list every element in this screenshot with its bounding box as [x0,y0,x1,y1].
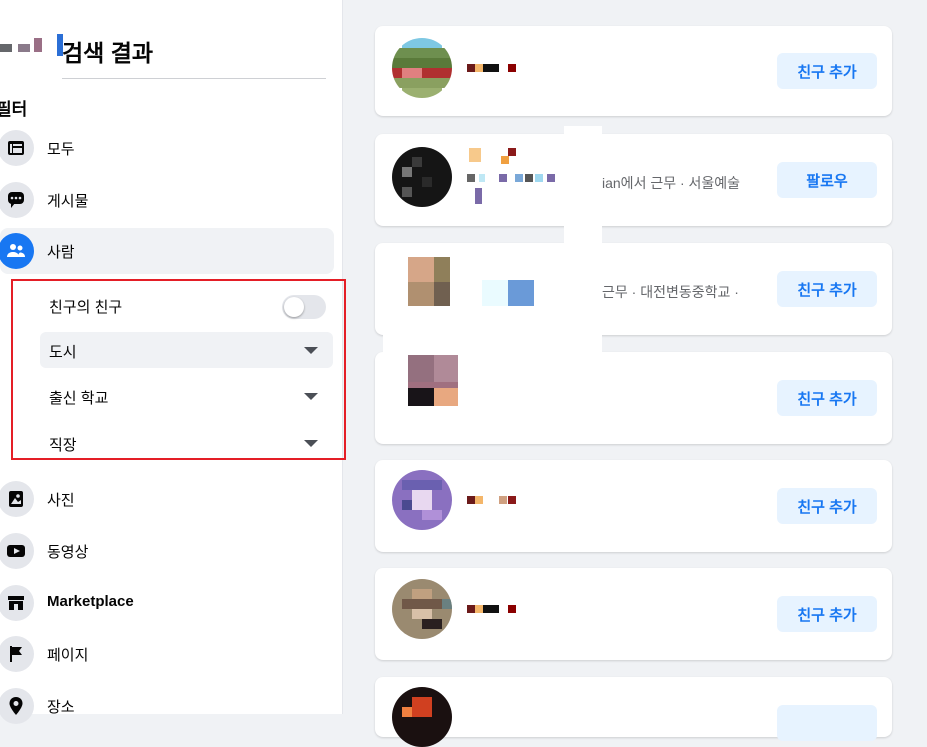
sidebar-item-label: 모두 [47,141,75,158]
filter-heading: 필터 [0,100,28,119]
sidebar-item-marketplace[interactable]: Marketplace [0,580,334,626]
result-card[interactable]: 친구 추가 [375,26,892,116]
sidebar-item-label: 페이지 [47,647,89,664]
sidebar-item-label: 게시물 [47,193,89,210]
chat-icon [0,182,34,218]
divider [62,78,326,79]
caret-down-icon [304,393,318,400]
sidebar-item-posts[interactable]: 게시물 [0,177,334,223]
sidebar-item-photos[interactable]: 사진 [0,476,334,522]
pin-icon [0,688,34,724]
filter-label: 출신 학교 [49,390,109,407]
filter-city-dropdown[interactable]: 도시 [40,332,333,368]
sidebar-item-label: 사진 [47,492,75,509]
page-title: 검색 결과 [62,40,154,66]
filter-sidebar: 검색 결과 필터 모두 게시물 사람 친구의 친구 도시 출신 학교 직장 사진… [0,0,346,724]
sidebar-item-label: Marketplace [47,593,134,610]
caret-down-icon [304,440,318,447]
sidebar-item-videos[interactable]: 동영상 [0,528,334,574]
filter-label: 도시 [49,344,77,361]
flag-icon [0,636,34,672]
redacted-pixels [34,38,42,52]
add-friend-button[interactable]: 친구 추가 [777,53,877,89]
avatar[interactable] [392,147,452,207]
sidebar-item-pages[interactable]: 페이지 [0,631,334,677]
filter-education-dropdown[interactable]: 출신 학교 [40,378,333,414]
redaction-patch [564,126,602,348]
filter-label: 친구의 친구 [49,299,123,316]
caret-down-icon [304,347,318,354]
friends-of-friends-toggle[interactable] [282,295,326,319]
avatar[interactable] [392,38,452,98]
redacted-pixels [482,280,508,306]
redacted-pixels [508,280,534,306]
result-card[interactable]: 친구 추가 [375,568,892,660]
result-meta: ian에서 근무 · 서울예술 [602,175,741,191]
filter-work-dropdown[interactable]: 직장 [40,425,333,461]
redaction-patch [564,348,602,438]
add-friend-button[interactable]: 친구 추가 [777,271,877,307]
redacted-pixels [0,44,12,52]
follow-button[interactable]: 팔로우 [777,162,877,198]
shop-icon [0,585,34,621]
sidebar-item-all[interactable]: 모두 [0,125,334,171]
avatar[interactable] [392,257,450,306]
avatar[interactable] [408,355,458,406]
add-friend-button[interactable] [777,705,877,741]
result-card[interactable]: ian에서 근무 · 서울예술 팔로우 [375,134,892,226]
result-meta: 근무 · 대전변동중학교 · [602,284,739,300]
toggle-knob [284,297,304,317]
sidebar-item-places[interactable]: 장소 [0,683,334,729]
result-card[interactable] [375,677,892,747]
redacted-pixels [18,44,30,52]
filter-label: 직장 [49,437,77,454]
people-icon [0,233,34,269]
result-card[interactable]: 친구 추가 [375,460,892,552]
sidebar-item-label: 사람 [47,244,75,261]
avatar[interactable] [392,687,452,747]
feed-icon [0,130,34,166]
sidebar-item-people[interactable]: 사람 [0,228,334,274]
avatar[interactable] [392,579,452,639]
add-friend-button[interactable]: 친구 추가 [777,380,877,416]
video-icon [0,533,34,569]
photo-icon [0,481,34,517]
avatar[interactable] [392,470,452,530]
sidebar-item-label: 동영상 [47,544,89,561]
add-friend-button[interactable]: 친구 추가 [777,596,877,632]
add-friend-button[interactable]: 친구 추가 [777,488,877,524]
